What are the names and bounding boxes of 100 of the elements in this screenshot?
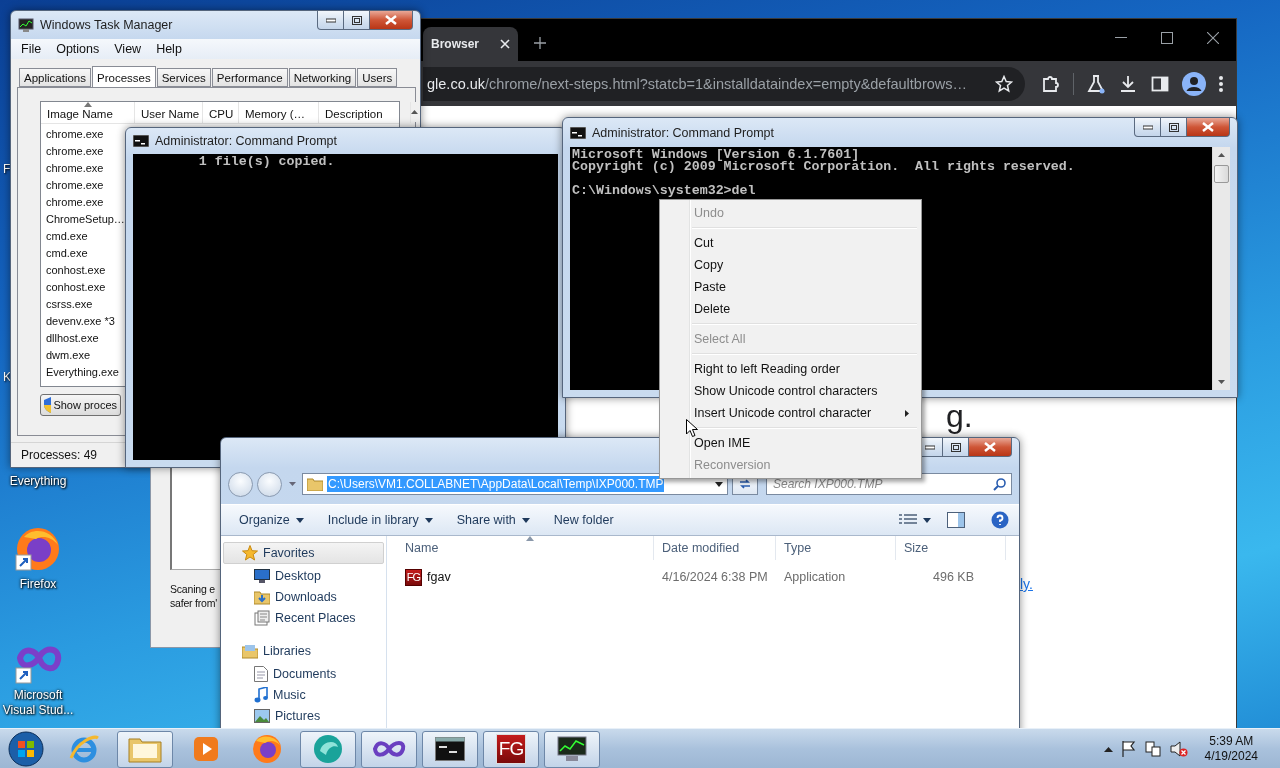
maximize-icon	[950, 442, 961, 452]
nav-item[interactable]: Documents	[223, 664, 384, 684]
tab[interactable]: Services	[156, 68, 211, 87]
menu-item[interactable]: Open IME	[662, 432, 919, 454]
table-cell-text: chrome.exe	[45, 144, 105, 159]
status-text: Processes: 49	[21, 448, 98, 462]
start-button[interactable]	[6, 730, 46, 768]
network-icon[interactable]	[1144, 741, 1161, 757]
minimize-button[interactable]	[1134, 118, 1161, 137]
dropdown-arrow-icon[interactable]	[715, 481, 723, 487]
app-icon: FG	[496, 734, 526, 764]
column-header[interactable]: Date modified	[654, 536, 776, 560]
menu-item[interactable]: Insert Unicode control character	[662, 402, 919, 424]
clock-time[interactable]: 5:39 AM	[1209, 734, 1254, 749]
toolbar-button[interactable]: New folder	[545, 508, 622, 532]
flag-icon[interactable]	[1121, 741, 1136, 757]
page-link[interactable]: ly.	[1020, 576, 1033, 592]
scrollbar-thumb[interactable]	[1214, 165, 1229, 183]
new-tab-icon[interactable]	[534, 37, 546, 49]
recent-places-icon	[254, 610, 270, 626]
nav-group[interactable]: Libraries	[223, 640, 384, 662]
maximize-button[interactable]	[343, 11, 370, 30]
tab[interactable]: Users	[357, 68, 398, 87]
nav-item[interactable]: Recent Places	[223, 608, 384, 628]
menu-item[interactable]: File	[21, 42, 50, 56]
search-icon[interactable]	[993, 478, 1006, 491]
menu-item[interactable]: Show Unicode control characters	[662, 380, 919, 402]
speaker-muted-icon[interactable]	[1169, 741, 1188, 757]
close-button[interactable]	[369, 11, 413, 30]
maximize-icon	[351, 15, 362, 25]
nav-item[interactable]: Downloads	[223, 587, 384, 607]
close-button[interactable]	[1186, 118, 1230, 137]
scrollbar[interactable]	[1212, 147, 1230, 390]
maximize-button[interactable]	[942, 438, 969, 457]
nav-group[interactable]: Favorites	[223, 542, 384, 564]
address-bar[interactable]: gle.co.uk/chrome/next-steps.html?statcb=1&installdataindex=empty&defaultbrows…	[423, 66, 1025, 101]
menu-item[interactable]: Paste	[662, 276, 919, 298]
start-orb-icon	[7, 730, 45, 768]
clock-date[interactable]: 4/19/2024	[1204, 749, 1258, 764]
show-hidden-icons-icon[interactable]	[1103, 746, 1113, 752]
preview-pane-icon[interactable]	[947, 512, 965, 528]
help-icon[interactable]	[991, 511, 1009, 529]
tab[interactable]: Processes	[92, 66, 156, 88]
table-cell-text: 496 KB	[932, 570, 975, 584]
menu-item[interactable]: Copy	[662, 254, 919, 276]
monitor-icon	[18, 18, 34, 32]
toolbar-button[interactable]: Organize	[231, 508, 312, 532]
taskbar-button[interactable]	[361, 730, 417, 768]
maximize-button[interactable]	[1160, 118, 1187, 137]
picture-icon	[254, 709, 270, 723]
caret-icon	[923, 517, 931, 523]
taskbar-button[interactable]: FG	[483, 730, 539, 768]
profile-icon[interactable]	[1182, 71, 1206, 96]
table-cell-text: cmd.exe	[45, 246, 89, 261]
toolbar-button[interactable]: Share with	[448, 508, 538, 532]
maximize-icon	[1161, 32, 1173, 44]
tab[interactable]: Performance	[211, 68, 288, 87]
menu-item[interactable]: Delete	[662, 298, 919, 320]
menu-icon[interactable]	[1218, 73, 1224, 94]
download-icon[interactable]	[1118, 73, 1138, 94]
console-text: 1 file(s) copied.	[197, 156, 336, 168]
console-icon	[133, 135, 149, 147]
column-header[interactable]: CPU	[203, 102, 239, 123]
column-header[interactable]: Image Name	[41, 102, 135, 123]
file-name[interactable]: FG fgav	[397, 568, 654, 586]
show-processes-button[interactable]: Show proces	[40, 394, 121, 416]
column-header[interactable]: Size	[896, 536, 1006, 560]
menu-item[interactable]: View	[114, 42, 150, 56]
tab[interactable]: Applications	[19, 68, 91, 87]
puzzle-icon[interactable]	[1041, 73, 1061, 94]
icon-label[interactable]: Everything	[0, 474, 76, 489]
column-header[interactable]: Type	[776, 536, 896, 560]
nav-item[interactable]: Pictures	[223, 706, 384, 726]
browser-tab[interactable]: Browser	[423, 27, 518, 61]
toolbar-button[interactable]: Include in library	[319, 508, 441, 532]
nav-label: Pictures	[275, 709, 321, 723]
menu-item[interactable]: Cut	[662, 232, 919, 254]
minimize-button[interactable]	[317, 11, 344, 30]
menu-item[interactable]: Help	[156, 42, 190, 56]
scroll-up-button[interactable]	[411, 102, 418, 122]
star-icon[interactable]	[995, 74, 1013, 93]
close-icon	[984, 442, 996, 452]
nav-item[interactable]: Music	[223, 685, 384, 705]
console-text: Microsoft Windows [Version 6.1.7601]	[572, 149, 860, 161]
console-icon	[570, 126, 586, 139]
nav-item[interactable]: Desktop	[223, 566, 384, 586]
flask-icon[interactable]	[1086, 73, 1106, 94]
taskbar-button[interactable]	[422, 730, 478, 768]
down-arrow-icon	[1218, 380, 1225, 384]
taskbar-button[interactable]	[544, 730, 600, 768]
menu-item[interactable]: Right to left Reading order	[662, 358, 919, 380]
tab[interactable]: Networking	[288, 68, 357, 87]
column-header[interactable]: Name	[397, 536, 654, 560]
browser-icon	[68, 733, 100, 765]
column-header[interactable]: Memory (…	[239, 102, 319, 123]
menu-item[interactable]: Options	[56, 42, 108, 56]
column-header[interactable]: User Name	[135, 102, 203, 123]
close-button[interactable]	[968, 438, 1012, 457]
icon-label: K	[3, 370, 11, 384]
close-icon[interactable]	[500, 39, 510, 49]
